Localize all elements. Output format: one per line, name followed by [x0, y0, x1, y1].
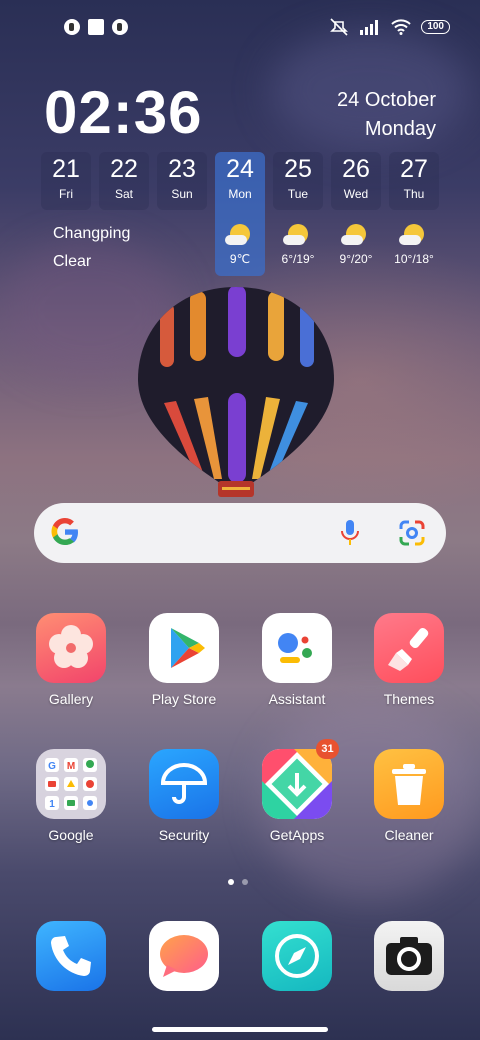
hot-air-balloon-wallpaper [138, 287, 334, 497]
microphone-icon[interactable] [340, 519, 360, 547]
app-label: Cleaner [384, 827, 434, 843]
dock-camera[interactable] [359, 921, 459, 991]
signal-icon [360, 20, 379, 35]
weekday-text: Monday [364, 118, 436, 140]
home-gesture-bar[interactable] [152, 1027, 328, 1032]
app-label: GetApps [269, 827, 325, 843]
svg-text:1: 1 [49, 799, 55, 810]
day-name: Tue [287, 187, 309, 201]
forecast-weather: 9℃ [210, 224, 270, 266]
google-folder-icon: G M 1 [36, 749, 106, 819]
app-play-store[interactable]: Play Store [134, 613, 234, 707]
temperature: 6°/19° [281, 252, 315, 266]
messages-icon [149, 921, 219, 991]
forecast-day: 25 Tue [273, 152, 323, 210]
mute-icon [330, 18, 349, 36]
play-store-icon [149, 613, 219, 683]
app-label: Themes [383, 691, 435, 707]
status-bar: 100 [0, 16, 480, 40]
day-number: 23 [168, 155, 196, 183]
temperature: 9℃ [229, 252, 251, 266]
dock-messages[interactable] [134, 921, 234, 991]
browser-icon [262, 921, 332, 991]
day-number: 27 [400, 155, 428, 183]
forecast-day: 27 Thu [389, 152, 439, 210]
dock-browser[interactable] [247, 921, 347, 991]
dock-phone[interactable] [21, 921, 121, 991]
notification-icon [64, 19, 80, 35]
forecast-day: 26 Wed [331, 152, 381, 210]
day-name: Thu [403, 187, 425, 201]
clock-date[interactable]: 24 October Monday [337, 86, 436, 144]
app-label: Google [48, 827, 94, 843]
themes-icon [374, 613, 444, 683]
day-number: 25 [284, 155, 312, 183]
app-gallery[interactable]: Gallery [21, 613, 121, 707]
square-notification-icon [88, 19, 104, 35]
date-text: 24 October [337, 89, 436, 111]
app-cleaner[interactable]: Cleaner [359, 749, 459, 843]
cleaner-icon [374, 749, 444, 819]
forecast-day: 21 Fri [41, 152, 91, 210]
app-security[interactable]: Security [134, 749, 234, 843]
sunny-cloudy-icon [225, 224, 250, 245]
page-dot-active [228, 879, 234, 885]
svg-text:G: G [48, 761, 56, 772]
temperature: 10°/18° [394, 252, 434, 266]
page-dot [242, 879, 248, 885]
sunny-cloudy-icon [399, 224, 424, 245]
wifi-icon [391, 19, 412, 35]
forecast-weather: 9°/20° [326, 224, 386, 266]
day-number: 26 [342, 155, 370, 183]
gallery-icon [36, 613, 106, 683]
security-icon [149, 749, 219, 819]
google-search-bar[interactable] [34, 503, 446, 563]
day-name: Fri [59, 187, 73, 201]
day-name: Sat [114, 187, 133, 201]
google-logo [51, 518, 78, 545]
sunny-cloudy-icon [341, 224, 366, 245]
weather-condition: Clear [53, 253, 92, 270]
app-themes[interactable]: Themes [359, 613, 459, 707]
day-number: 22 [110, 155, 138, 183]
day-number: 21 [52, 155, 80, 183]
forecast-weather: 6°/19° [268, 224, 328, 266]
weather-location: Changping Clear [53, 220, 130, 276]
app-google-folder[interactable]: G M 1 Google [21, 749, 121, 843]
day-name: Wed [343, 187, 369, 201]
forecast-weather: 10°/18° [384, 224, 444, 266]
svg-text:M: M [67, 761, 75, 772]
day-name: Sun [171, 187, 193, 201]
forecast-day: 22 Sat [99, 152, 149, 210]
app-label: Assistant [268, 691, 326, 707]
battery-icon: 100 [421, 20, 450, 34]
page-indicator [228, 879, 248, 885]
phone-icon [36, 921, 106, 991]
app-label: Play Store [151, 691, 217, 707]
app-label: Gallery [48, 691, 94, 707]
assistant-icon [262, 613, 332, 683]
temperature: 9°/20° [339, 252, 373, 266]
forecast-day: 23 Sun [157, 152, 207, 210]
camera-icon [374, 921, 444, 991]
notification-badge: 31 [316, 739, 339, 759]
app-getapps[interactable]: 31 GetApps [247, 739, 347, 843]
day-name: Mon [228, 187, 252, 201]
app-label: Security [158, 827, 210, 843]
location-name: Changping [53, 225, 131, 242]
google-lens-icon[interactable] [398, 520, 426, 546]
app-assistant[interactable]: Assistant [247, 613, 347, 707]
notification-icon [112, 19, 128, 35]
clock-time[interactable]: 02:36 [44, 78, 202, 147]
getapps-icon [262, 749, 332, 819]
day-number: 24 [226, 155, 254, 183]
sunny-cloudy-icon [283, 224, 308, 245]
